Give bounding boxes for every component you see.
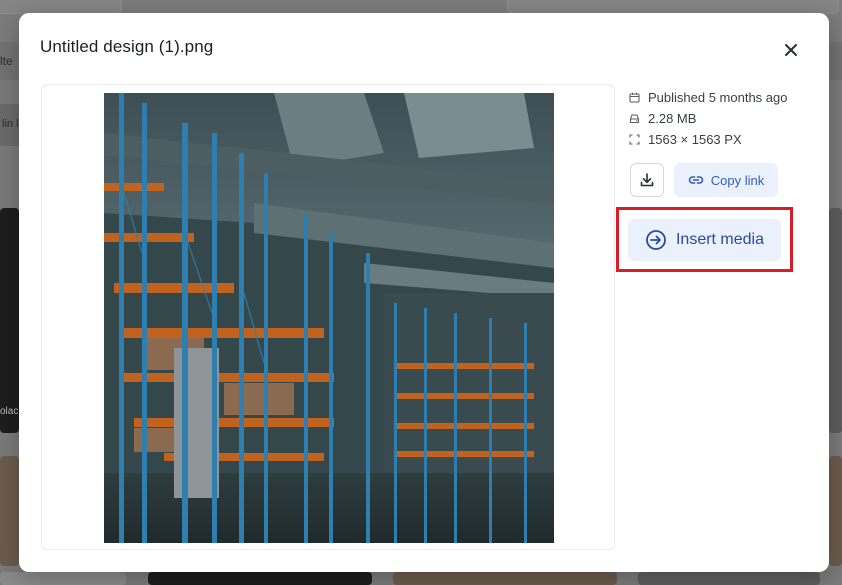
image-preview	[104, 93, 554, 543]
background-card	[829, 208, 842, 433]
published-date: Published 5 months ago	[628, 87, 787, 108]
background-card	[638, 572, 820, 585]
download-icon	[640, 173, 654, 187]
image-preview-panel	[41, 84, 615, 550]
insert-media-label: Insert media	[675, 231, 765, 248]
media-metadata: Published 5 months ago 2.28 MB 1563 × 15…	[628, 87, 787, 150]
background-card-caption: olac	[0, 406, 19, 417]
link-icon	[688, 176, 703, 184]
modal-title: Untitled design (1).png	[40, 37, 214, 56]
file-size-text: 2.28 MB	[648, 111, 697, 126]
background-search-pill	[0, 0, 122, 14]
background-card	[0, 572, 126, 585]
calendar-icon	[628, 92, 640, 104]
background-filter-label: lte	[0, 54, 13, 68]
image-dimensions-text: 1563 × 1563 PX	[648, 132, 742, 147]
copy-link-button[interactable]: Copy link	[674, 163, 778, 197]
insert-arrow-icon	[646, 230, 666, 250]
media-details-modal: Untitled design (1).png Published 5 mont…	[19, 13, 829, 572]
copy-link-label: Copy link	[710, 172, 765, 188]
background-card	[393, 572, 617, 585]
image-dimensions: 1563 × 1563 PX	[628, 129, 787, 150]
insert-media-button[interactable]: Insert media	[628, 219, 781, 261]
background-search-field	[507, 0, 839, 14]
close-button[interactable]	[779, 38, 803, 62]
background-card	[0, 456, 19, 566]
download-button[interactable]	[630, 163, 664, 197]
background-chip: lin l	[0, 104, 20, 146]
close-icon	[785, 44, 797, 56]
background-card	[148, 572, 372, 585]
warehouse-photo	[104, 93, 554, 543]
published-date-text: Published 5 months ago	[648, 90, 788, 105]
hard-drive-icon	[628, 113, 640, 125]
background-card	[829, 456, 842, 566]
file-size: 2.28 MB	[628, 108, 787, 129]
background-chip-label: lin l	[2, 118, 19, 130]
background-card: olac	[0, 208, 19, 433]
dimensions-icon	[628, 134, 640, 146]
